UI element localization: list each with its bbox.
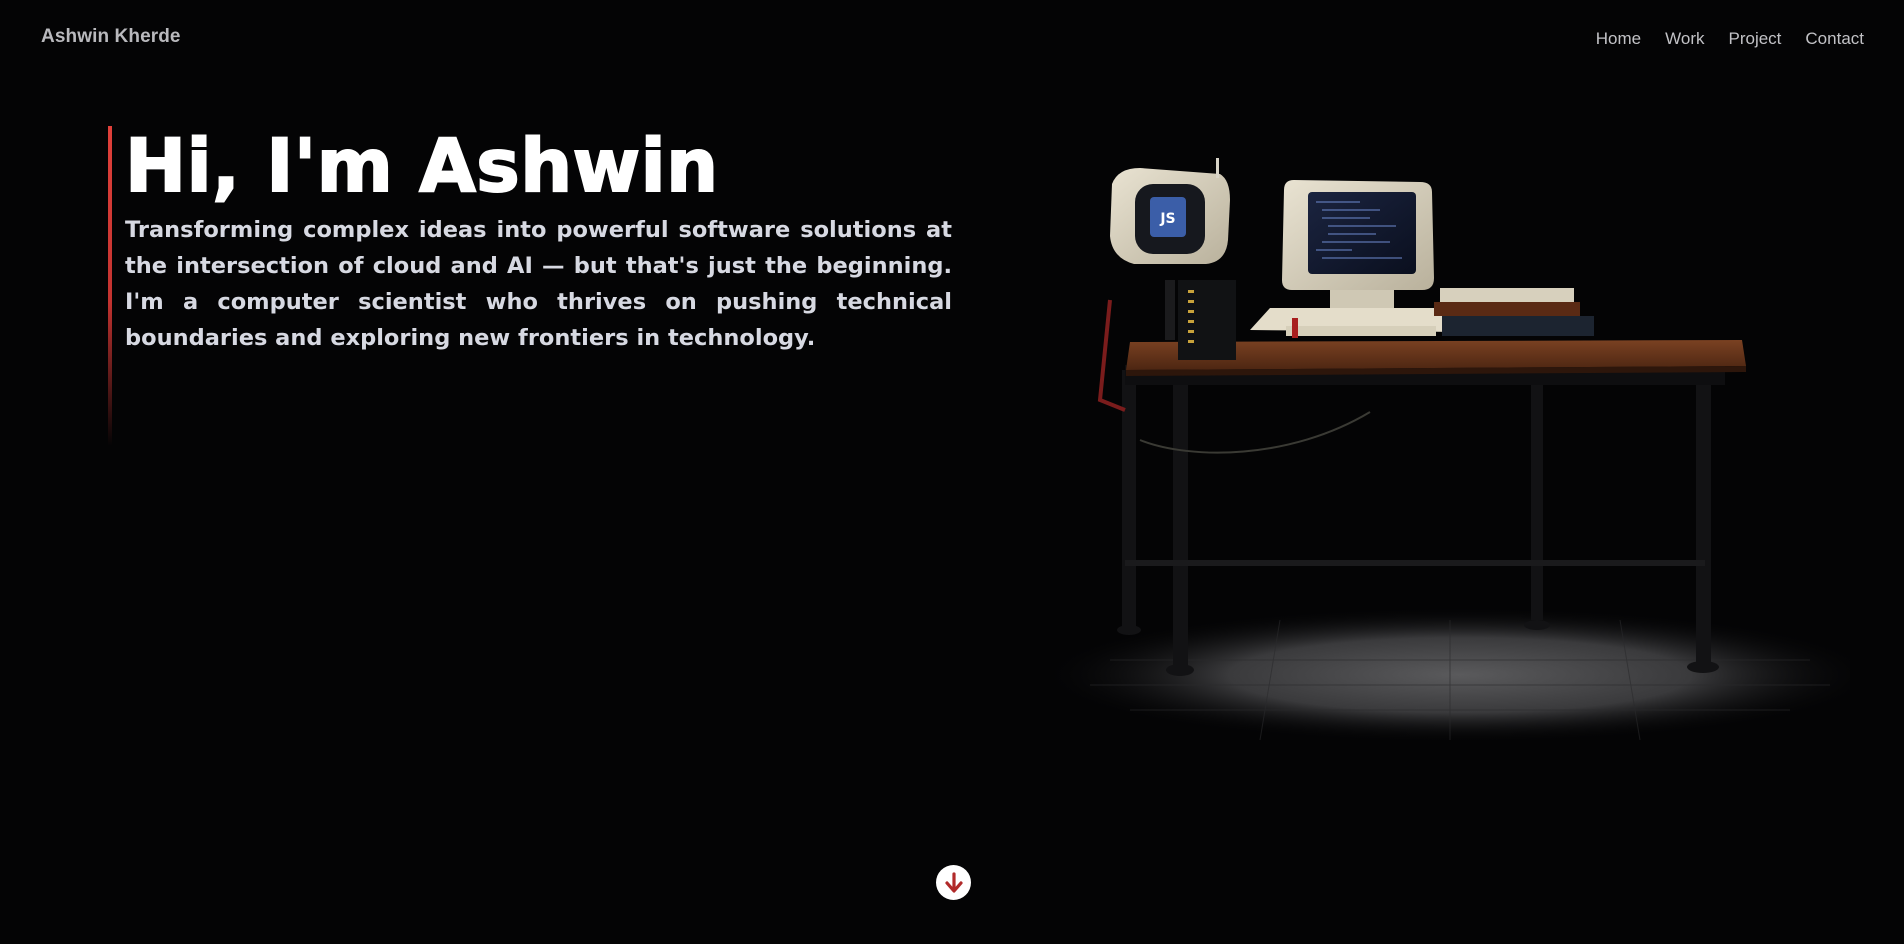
nav-work-link[interactable]: Work xyxy=(1665,29,1704,49)
nav-project-link[interactable]: Project xyxy=(1728,29,1781,49)
lamp-screen-logo: JS xyxy=(1159,211,1175,227)
mini-server-rack xyxy=(1178,280,1236,360)
nav-home-link[interactable]: Home xyxy=(1596,29,1641,49)
crt-monitor xyxy=(1250,180,1462,338)
hero-accent-bar xyxy=(108,126,112,446)
table-crossbar xyxy=(1125,560,1705,566)
arrow-down-icon xyxy=(944,871,963,893)
desk-books xyxy=(1434,288,1594,336)
page: Ashwin Kherde Home Work Project Contact … xyxy=(0,0,1904,944)
desk-scene-illustration: JS xyxy=(1040,158,1850,743)
hero-title: Hi, I'm Ashwin xyxy=(124,123,719,210)
main-nav: Home Work Project Contact xyxy=(1596,29,1864,49)
hero-subtitle: Transforming complex ideas into powerful… xyxy=(125,217,952,351)
floor-spotlight xyxy=(1040,607,1850,743)
scroll-down-button[interactable] xyxy=(936,865,971,900)
site-brand[interactable]: Ashwin Kherde xyxy=(41,26,181,48)
nav-contact-link[interactable]: Contact xyxy=(1805,29,1864,49)
